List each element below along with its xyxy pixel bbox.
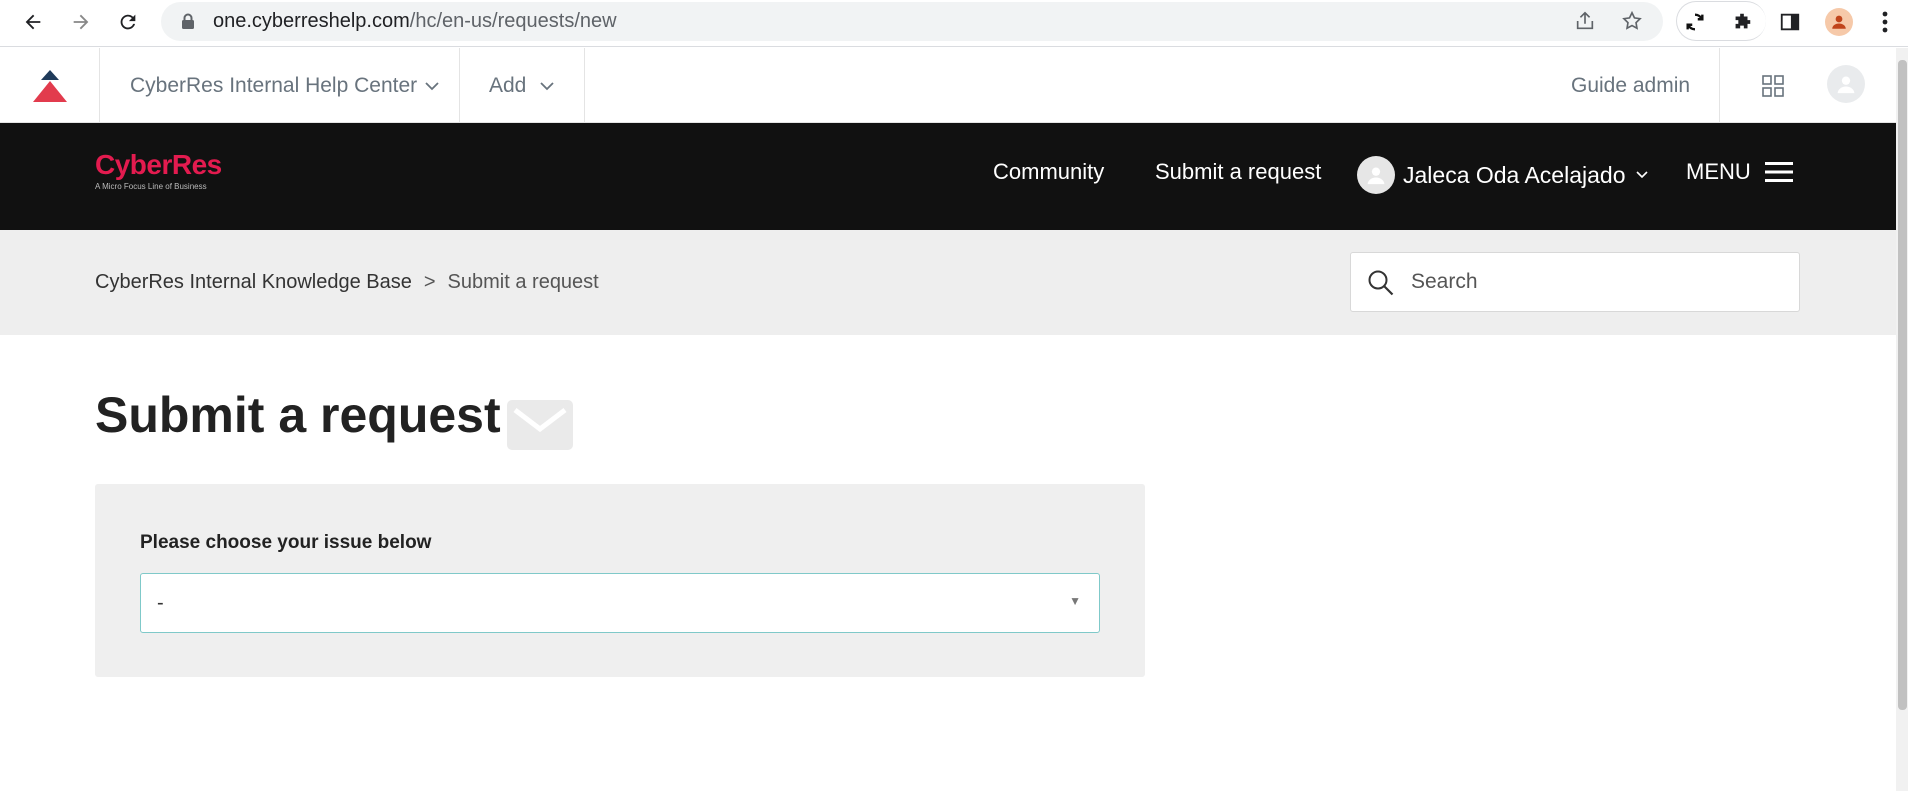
add-menu[interactable]: Add: [460, 48, 585, 123]
guide-admin-link[interactable]: Guide admin: [1550, 48, 1720, 123]
envelope-icon: [507, 400, 573, 450]
brand-tagline: A Micro Focus Line of Business: [95, 182, 207, 191]
extensions-icon[interactable]: [1723, 3, 1761, 41]
page-scrollbar[interactable]: [1896, 48, 1908, 791]
nav-community-link[interactable]: Community: [993, 159, 1104, 185]
add-label: Add: [489, 73, 527, 97]
issue-select-value: -: [157, 592, 164, 614]
user-menu[interactable]: Jaleca Oda Acelajado: [1357, 156, 1648, 194]
chevron-down-icon: [425, 81, 439, 90]
profile-icon[interactable]: [1820, 3, 1858, 41]
user-icon: [1837, 76, 1855, 94]
guide-admin-bar: CyberRes Internal Help Center Add Guide …: [0, 48, 1898, 123]
browser-toolbar: one.cyberreshelp.com/hc/en-us/requests/n…: [0, 0, 1908, 47]
hamburger-icon: [1764, 162, 1793, 182]
menu-label: MENU: [1686, 159, 1751, 184]
address-bar[interactable]: one.cyberreshelp.com/hc/en-us/requests/n…: [161, 2, 1663, 41]
user-icon: [1367, 167, 1385, 185]
product-tray-icon[interactable]: [1745, 48, 1801, 123]
caret-down-icon: ▼: [1069, 594, 1081, 608]
url-text: one.cyberreshelp.com/hc/en-us/requests/n…: [213, 10, 617, 32]
search-icon[interactable]: [1367, 269, 1395, 297]
search-input[interactable]: [1411, 253, 1791, 311]
breadcrumb-current: Submit a request: [447, 271, 599, 293]
reload-icon[interactable]: [109, 3, 147, 41]
share-icon[interactable]: [1566, 2, 1604, 40]
side-panel-icon[interactable]: [1771, 3, 1809, 41]
zendesk-logo-icon: [32, 69, 67, 102]
issue-field-label: Please choose your issue below: [140, 532, 432, 553]
more-icon[interactable]: [1866, 3, 1904, 41]
user-name: Jaleca Oda Acelajado: [1403, 161, 1626, 188]
request-form: Please choose your issue below - ▼: [95, 484, 1145, 677]
admin-avatar[interactable]: [1827, 65, 1865, 103]
scrollbar-thumb[interactable]: [1898, 60, 1907, 710]
chevron-down-icon: [1635, 171, 1648, 179]
back-icon[interactable]: [14, 3, 52, 41]
lock-icon: [182, 13, 194, 29]
issue-select[interactable]: - ▼: [140, 573, 1100, 633]
breadcrumb-separator: >: [423, 271, 436, 293]
site-header: CyberRes A Micro Focus Line of Business …: [0, 123, 1898, 230]
chevron-down-icon: [540, 81, 555, 90]
menu-button[interactable]: MENU: [1686, 159, 1793, 185]
star-icon[interactable]: [1613, 2, 1651, 40]
brand-name: CyberRes: [95, 149, 222, 180]
breadcrumb-home-link[interactable]: CyberRes Internal Knowledge Base: [95, 271, 412, 294]
page-title: Submit a request: [95, 387, 501, 443]
sub-header: CyberRes Internal Knowledge Base > Submi…: [0, 230, 1898, 335]
help-center-switcher[interactable]: CyberRes Internal Help Center: [100, 48, 460, 123]
search-box: [1350, 252, 1800, 312]
breadcrumb: CyberRes Internal Knowledge Base > Submi…: [95, 271, 599, 294]
brand-logo[interactable]: CyberRes A Micro Focus Line of Business: [95, 149, 222, 192]
help-center-logo[interactable]: [0, 48, 100, 123]
user-avatar: [1357, 156, 1395, 194]
forward-icon[interactable]: [62, 3, 100, 41]
help-center-label: CyberRes Internal Help Center: [130, 73, 418, 97]
nav-submit-request-link[interactable]: Submit a request: [1155, 159, 1321, 185]
sync-icon[interactable]: [1676, 3, 1714, 41]
